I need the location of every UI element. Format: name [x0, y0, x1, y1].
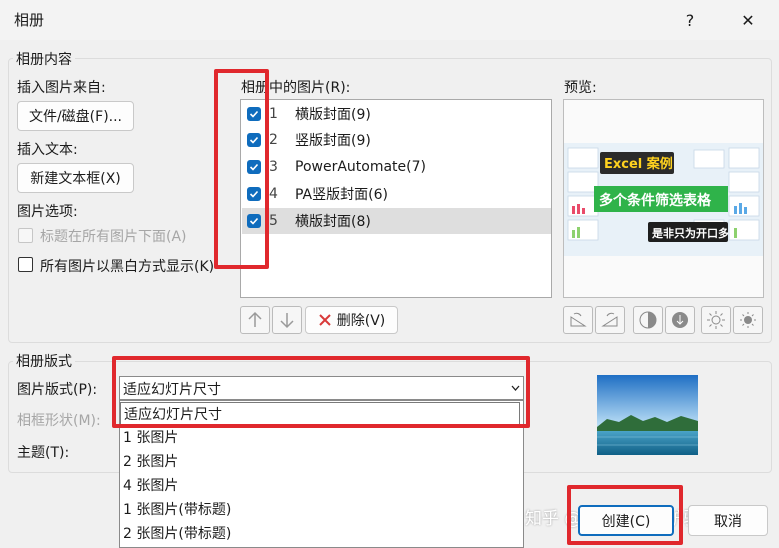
preview-box: Excel 案例 多个条件筛选表格 是非只为开口多 — [563, 99, 764, 298]
rotate-right-button[interactable] — [595, 306, 625, 334]
list-item[interactable]: 4 PA竖版封面(6) — [242, 181, 551, 207]
delete-button[interactable]: 删除(V) — [305, 306, 398, 334]
item-name: PowerAutomate(7) — [295, 159, 426, 175]
preview-text-3: 是非只为开口多 — [651, 226, 729, 240]
brightness-up-button[interactable] — [701, 306, 731, 334]
list-item[interactable]: 3 PowerAutomate(7) — [242, 154, 551, 180]
rotate-left-button[interactable] — [563, 306, 593, 334]
dropdown-option[interactable]: 4 张图片 — [120, 474, 523, 498]
album-content-legend: 相册内容 — [13, 49, 75, 69]
item-name: 横版封面(9) — [295, 107, 371, 123]
annotation-box-layout — [112, 356, 530, 428]
annotation-box-create — [567, 485, 683, 545]
move-up-button[interactable] — [240, 306, 270, 334]
captions-below-checkbox[interactable] — [18, 228, 33, 243]
frame-shape-label: 相框形状(M): — [17, 413, 101, 429]
insert-text-label: 插入文本: — [17, 142, 78, 158]
contrast-up-icon — [639, 311, 657, 329]
item-number: 3 — [269, 159, 278, 175]
brightness-up-icon — [707, 311, 725, 329]
list-item-selected[interactable]: 5 横版封面(8) — [242, 208, 551, 234]
item-number: 4 — [269, 186, 278, 202]
delete-x-icon — [319, 314, 331, 326]
brightness-down-button[interactable] — [733, 306, 763, 334]
item-name: 横版封面(8) — [295, 214, 371, 230]
new-textbox-button[interactable]: 新建文本框(X) — [17, 163, 134, 193]
cancel-button[interactable]: 取消 — [688, 505, 768, 536]
dropdown-option[interactable]: 2 张图片 — [120, 450, 523, 474]
preview-text-2: 多个条件筛选表格 — [599, 192, 712, 209]
preview-label: 预览: — [564, 80, 597, 96]
contrast-up-button[interactable] — [633, 306, 663, 334]
window-title: 相册 — [14, 11, 45, 29]
item-number: 2 — [269, 132, 278, 148]
arrow-down-icon — [280, 313, 294, 329]
dropdown-option[interactable]: 2 张图片(带标题) — [120, 522, 523, 546]
item-number: 5 — [269, 213, 278, 229]
theme-label: 主题(T): — [17, 445, 70, 461]
picture-layout-label: 图片版式(P): — [17, 382, 98, 398]
captions-below-label: 标题在所有图片下面(A) — [40, 229, 187, 245]
dropdown-option[interactable]: 1 张图片 — [120, 426, 523, 450]
file-disk-button[interactable]: 文件/磁盘(F)... — [17, 101, 134, 131]
preview-text-1: Excel 案例 — [604, 156, 673, 172]
layout-preview-image — [597, 375, 698, 455]
move-down-button[interactable] — [272, 306, 302, 334]
black-white-checkbox[interactable] — [18, 257, 33, 272]
list-item[interactable]: 2 竖版封面(9) — [242, 127, 551, 153]
brightness-down-icon — [740, 312, 756, 328]
contrast-down-button[interactable] — [665, 306, 695, 334]
insert-picture-label: 插入图片来自: — [17, 80, 106, 96]
contrast-down-icon — [672, 312, 688, 328]
item-number: 1 — [269, 106, 278, 122]
title-bar: 相册 ? ✕ — [0, 0, 779, 40]
annotation-box-checkboxes — [214, 69, 269, 269]
preview-image: Excel 案例 多个条件筛选表格 是非只为开口多 — [564, 143, 763, 256]
pictures-listbox[interactable]: 1 横版封面(9) 2 竖版封面(9) 3 PowerAutomate(7) 4… — [240, 99, 552, 298]
album-layout-legend: 相册版式 — [13, 351, 75, 371]
list-item[interactable]: 1 横版封面(9) — [242, 101, 551, 127]
picture-options-label: 图片选项: — [17, 204, 78, 220]
close-button[interactable]: ✕ — [730, 4, 766, 36]
arrow-up-icon — [248, 311, 262, 327]
delete-button-label: 删除(V) — [336, 313, 386, 329]
rotate-right-icon — [601, 312, 618, 327]
rotate-left-icon — [570, 312, 587, 327]
item-name: PA竖版封面(6) — [295, 187, 388, 203]
black-white-label: 所有图片以黑白方式显示(K) — [40, 259, 215, 275]
item-name: 竖版封面(9) — [295, 133, 371, 149]
dropdown-option[interactable]: 1 张图片(带标题) — [120, 498, 523, 522]
help-button[interactable]: ? — [672, 4, 708, 36]
